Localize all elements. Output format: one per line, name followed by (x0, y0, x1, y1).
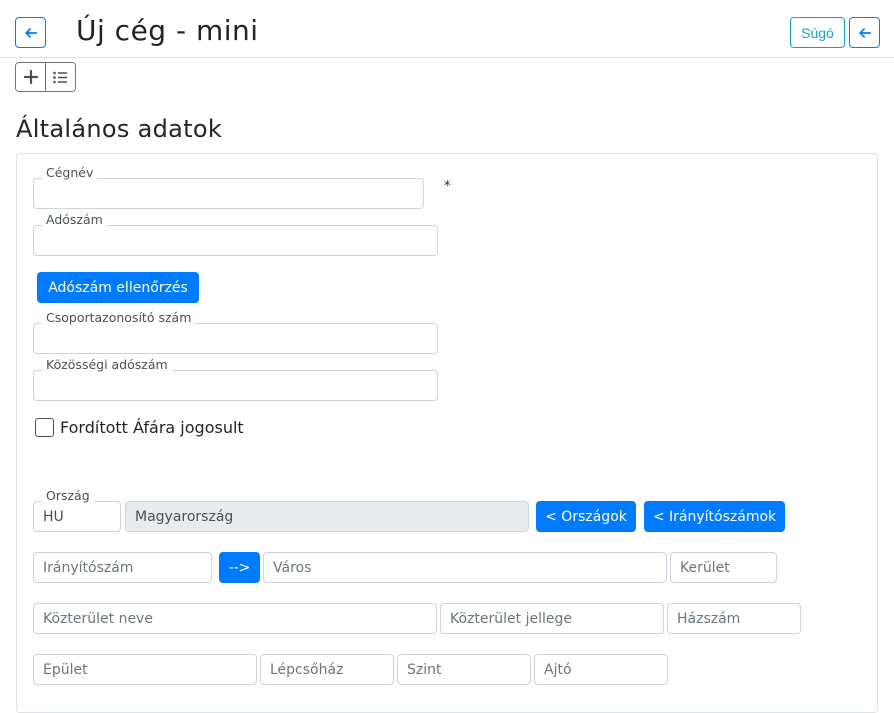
floor-field (397, 654, 531, 685)
company-name-field: Cégnév (33, 165, 424, 209)
zip-input[interactable] (34, 553, 211, 582)
section-title: Általános adatok (16, 115, 223, 143)
zip-lookup-button[interactable]: --> (219, 552, 260, 583)
group-id-input[interactable] (34, 324, 437, 353)
city-field (263, 552, 667, 583)
general-data-card: Cégnév * Adószám Adószám ellenőrzés Csop… (16, 153, 878, 713)
eu-tax-number-input[interactable] (34, 371, 437, 400)
house-number-field (667, 603, 801, 634)
door-field (534, 654, 668, 685)
country-label: Ország (42, 488, 94, 503)
reverse-vat-label: Fordított Áfára jogosult (60, 418, 244, 437)
page-title: Új cég - mini (76, 14, 259, 47)
tax-check-button[interactable]: Adószám ellenőrzés (37, 272, 199, 303)
house-number-input[interactable] (668, 604, 800, 633)
city-input[interactable] (264, 553, 666, 582)
door-input[interactable] (535, 655, 667, 684)
back-button[interactable] (15, 17, 46, 48)
country-code-field: Ország (33, 488, 121, 532)
reverse-vat-checkbox[interactable] (35, 418, 54, 437)
building-field (33, 654, 257, 685)
street-type-input[interactable] (441, 604, 663, 633)
group-id-label: Csoportazonosító szám (42, 310, 196, 325)
eu-tax-number-field: Közösségi adószám (33, 357, 438, 401)
zipcodes-button[interactable]: < Irányítószámok (644, 501, 785, 532)
top-bar: Új cég - mini Súgó (0, 0, 894, 58)
list-button[interactable] (45, 63, 75, 91)
arrow-left-icon (858, 27, 871, 38)
list-icon (53, 71, 68, 83)
company-name-label: Cégnév (42, 165, 98, 180)
country-name-field (125, 501, 529, 532)
reverse-vat-row: Fordított Áfára jogosult (35, 418, 244, 437)
add-button[interactable] (16, 63, 46, 91)
group-id-field: Csoportazonosító szám (33, 310, 438, 354)
country-code-input[interactable] (34, 502, 120, 531)
street-type-field (440, 603, 664, 634)
tax-number-label: Adószám (42, 212, 107, 227)
street-name-field (33, 603, 437, 634)
plus-icon (23, 70, 38, 84)
staircase-field (260, 654, 394, 685)
building-input[interactable] (34, 655, 256, 684)
eu-tax-number-label: Közösségi adószám (42, 357, 172, 372)
zip-field (33, 552, 212, 583)
street-name-input[interactable] (34, 604, 436, 633)
floor-input[interactable] (398, 655, 530, 684)
district-input[interactable] (671, 553, 776, 582)
help-button[interactable]: Súgó (790, 17, 845, 48)
tax-number-input[interactable] (34, 226, 437, 255)
staircase-input[interactable] (261, 655, 393, 684)
required-mark: * (444, 179, 451, 194)
country-name-input (126, 502, 528, 531)
tax-number-field: Adószám (33, 212, 438, 256)
company-name-input[interactable] (34, 179, 423, 208)
district-field (670, 552, 777, 583)
back-button-right[interactable] (849, 17, 880, 48)
toolbar-group (15, 62, 76, 92)
countries-button[interactable]: < Országok (536, 501, 636, 532)
arrow-left-icon (24, 27, 37, 38)
